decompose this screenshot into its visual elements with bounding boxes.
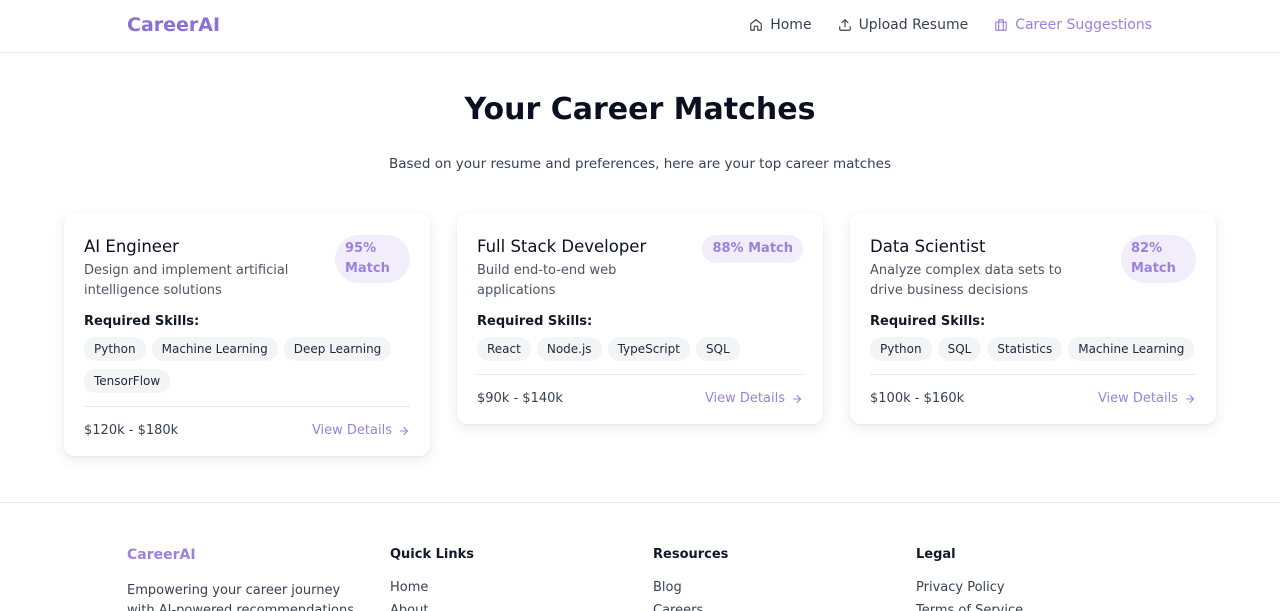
nav-career-suggestions[interactable]: Career Suggestions: [994, 17, 1152, 33]
skills-label: Required Skills:: [477, 314, 593, 329]
footer-link-blog[interactable]: Blog: [653, 580, 728, 595]
page: CareerAI Home Upload Resume Career Sugge…: [0, 0, 1280, 611]
skill-chip: SQL: [937, 337, 982, 361]
footer-heading: Resources: [653, 547, 729, 562]
skill-chip: Machine Learning: [1068, 337, 1195, 361]
view-details-label: View Details: [1097, 391, 1178, 406]
skill-chip: Statistics: [987, 337, 1063, 361]
career-card-full-stack-developer: Full Stack Developer Build end-to-end we…: [457, 213, 823, 424]
skill-chip: Python: [870, 337, 932, 361]
skills-list: Python SQL Statistics Machine Learning: [870, 337, 1196, 361]
view-details-label: View Details: [311, 423, 392, 438]
nav-home[interactable]: Home: [749, 17, 812, 33]
career-card-ai-engineer: AI Engineer Design and implement artific…: [64, 213, 430, 456]
main-nav: Home Upload Resume Career Suggestions: [749, 17, 1152, 33]
arrow-right-icon: [399, 426, 409, 435]
card-footer: $120k - $180k View Details: [84, 406, 410, 438]
skills-label: Required Skills:: [870, 314, 986, 329]
footer-tagline: Empowering your career journey with AI-p…: [127, 583, 355, 611]
view-details-link[interactable]: View Details: [705, 391, 803, 406]
view-details-link[interactable]: View Details: [1098, 391, 1196, 406]
skills-label: Required Skills:: [84, 314, 200, 329]
logo[interactable]: CareerAI: [127, 14, 220, 36]
skill-chip: Machine Learning: [151, 337, 278, 361]
skill-chip: SQL: [695, 337, 740, 361]
salary-range: $90k - $140k: [477, 391, 563, 406]
view-details-link[interactable]: View Details: [312, 423, 410, 438]
match-badge: 82% Match: [1121, 235, 1196, 283]
footer-link-careers[interactable]: Careers: [653, 603, 728, 611]
skill-chip: React: [477, 337, 531, 361]
footer-brand-column: CareerAI Empowering your career journey …: [127, 547, 362, 611]
nav-upload-resume[interactable]: Upload Resume: [838, 17, 969, 33]
page-subtitle: Based on your resume and preferences, he…: [388, 156, 892, 172]
footer-link-terms[interactable]: Terms of Service: [916, 603, 1023, 611]
salary-range: $100k - $160k: [870, 391, 965, 406]
skill-chip: Deep Learning: [283, 337, 392, 361]
footer-legal: Legal Privacy Policy Terms of Service: [916, 547, 1023, 611]
footer-resources: Resources Blog Careers: [653, 547, 728, 611]
skill-chip: TypeScript: [607, 337, 690, 361]
footer-quick-links: Quick Links Home About: [390, 547, 474, 611]
match-badge: 95% Match: [335, 235, 410, 283]
card-footer: $90k - $140k View Details: [477, 374, 803, 406]
career-card-data-scientist: Data Scientist Analyze complex data sets…: [850, 213, 1216, 424]
skill-chip: Python: [84, 337, 146, 361]
nav-home-label: Home: [770, 17, 812, 33]
arrow-right-icon: [792, 394, 802, 403]
footer-heading: Quick Links: [390, 547, 475, 562]
page-title: Your Career Matches: [464, 92, 816, 127]
skills-list: Python Machine Learning Deep Learning Te…: [84, 337, 410, 393]
card-footer: $100k - $160k View Details: [870, 374, 1196, 406]
footer-heading: Legal: [916, 547, 956, 562]
skills-list: React Node.js TypeScript SQL: [477, 337, 803, 361]
skill-chip: TensorFlow: [84, 369, 171, 393]
skill-chip: Node.js: [536, 337, 602, 361]
footer-link-home[interactable]: Home: [390, 580, 474, 595]
site-footer: CareerAI Empowering your career journey …: [0, 502, 1280, 611]
upload-icon: [838, 19, 851, 31]
home-icon: [750, 19, 763, 31]
arrow-right-icon: [1185, 394, 1195, 403]
briefcase-icon: [995, 19, 1008, 31]
view-details-label: View Details: [704, 391, 785, 406]
salary-range: $120k - $180k: [84, 423, 179, 438]
match-badge: 88% Match: [702, 235, 803, 263]
card-description: Analyze complex data sets to drive busin…: [870, 263, 1062, 298]
nav-upload-label: Upload Resume: [858, 17, 969, 33]
footer-logo: CareerAI: [127, 547, 196, 563]
card-description: Design and implement artificial intellig…: [84, 263, 289, 298]
footer-link-about[interactable]: About: [390, 603, 474, 611]
card-description: Build end-to-end web applications: [477, 263, 617, 298]
top-navbar: CareerAI Home Upload Resume Career Sugge…: [0, 0, 1280, 53]
nav-career-label: Career Suggestions: [1015, 17, 1152, 33]
footer-link-privacy[interactable]: Privacy Policy: [916, 580, 1023, 595]
